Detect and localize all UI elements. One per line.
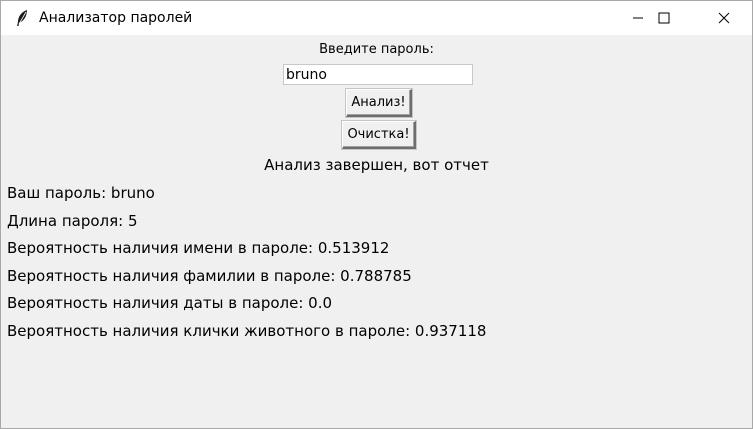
maximize-button[interactable]	[641, 1, 687, 35]
status-message: Анализ завершен, вот отчет	[264, 156, 489, 174]
password-input[interactable]	[283, 64, 473, 85]
clear-button[interactable]: Очистка!	[342, 121, 416, 149]
feather-icon	[15, 9, 29, 27]
report-date-probability: Вероятность наличия даты в пароле: 0.0	[7, 294, 333, 312]
maximize-icon	[658, 9, 670, 28]
client-area: Введите пароль: Анализ! Очистка! Анализ …	[1, 36, 752, 428]
report-pet-probability: Вероятность наличия клички животного в п…	[7, 322, 487, 340]
report-surname-probability: Вероятность наличия фамилии в пароле: 0.…	[7, 267, 412, 285]
report-name-probability: Вероятность наличия имени в пароле: 0.51…	[7, 239, 390, 257]
close-button[interactable]	[701, 1, 747, 35]
app-window: Анализатор паролей Введите пароль: Анали…	[0, 0, 753, 429]
title-bar[interactable]: Анализатор паролей	[1, 1, 752, 35]
window-title: Анализатор паролей	[39, 10, 193, 26]
report-length: Длина пароля: 5	[7, 212, 138, 230]
analyze-button[interactable]: Анализ!	[346, 89, 412, 117]
password-prompt-label: Введите пароль:	[319, 42, 434, 57]
report-password: Ваш пароль: bruno	[7, 184, 155, 202]
close-icon	[718, 9, 730, 28]
